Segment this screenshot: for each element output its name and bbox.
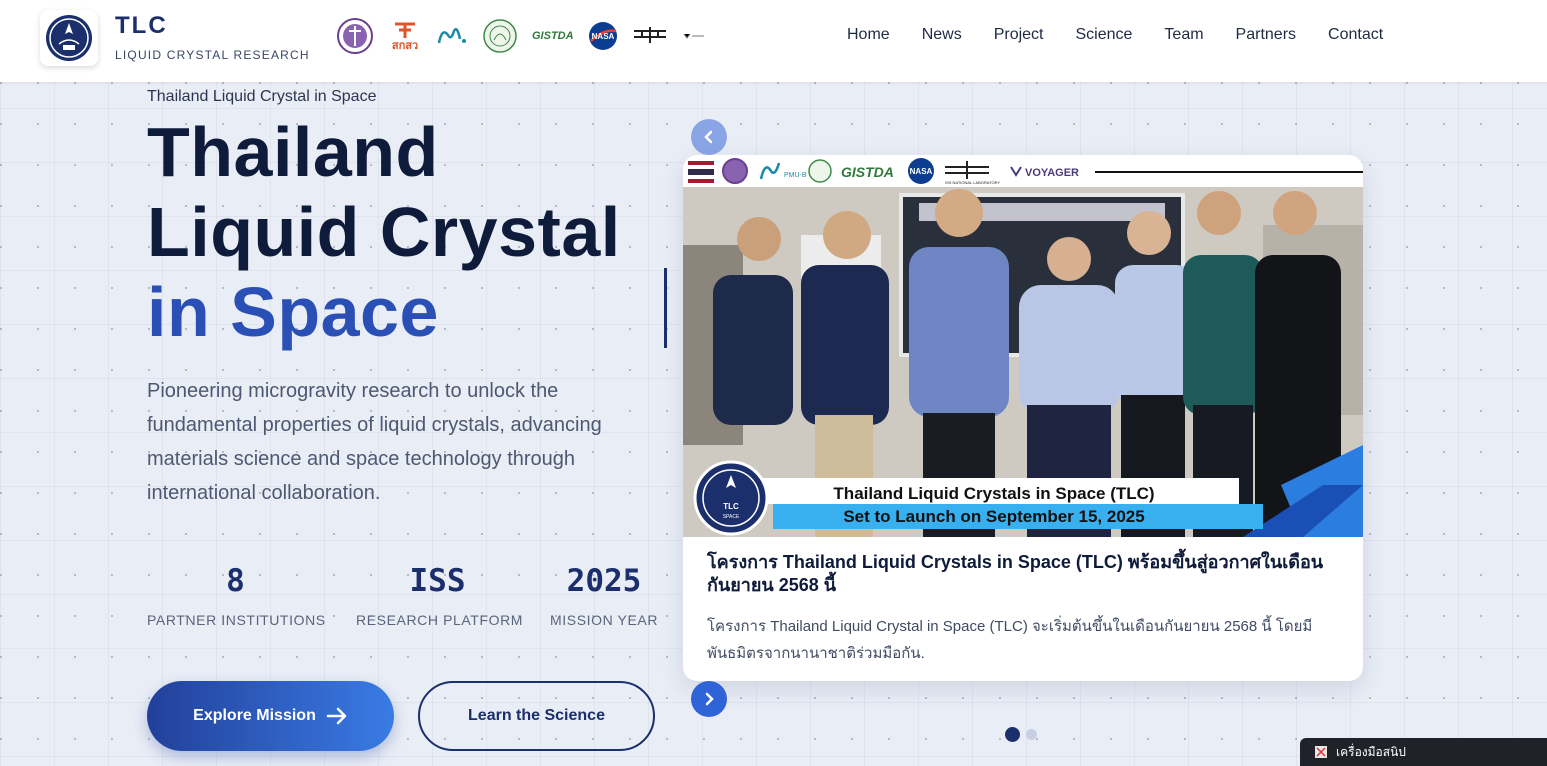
gistda-logo-text: GISTDA [532,30,574,42]
stat-value: ISS [409,563,466,599]
hero-eyebrow: Thailand Liquid Crystal in Space [147,88,377,105]
explore-mission-button[interactable]: Explore Mission [147,681,394,751]
image-logo-voyager-text: VOYAGER [1025,167,1079,179]
stat-partners: 8 PARTNER INSTITUTIONS [147,562,326,628]
nav-team[interactable]: Team [1164,26,1203,44]
carousel-dot-2[interactable] [1026,729,1037,740]
stat-label: PARTNER INSTITUTIONS [147,612,326,628]
brand-subtitle: LIQUID CRYSTAL RESEARCH [115,48,310,62]
mhesi-seal-logo[interactable] [336,17,374,55]
nav-science[interactable]: Science [1076,26,1133,44]
typing-cursor [664,268,667,348]
tsri-logo-text: สกสว [391,40,419,52]
scissors-icon [1315,746,1327,758]
carousel-dot-1[interactable] [1005,727,1020,742]
hero-title-line3a: in [147,273,231,351]
hero-title-line3b: Space [230,273,439,351]
partner-logos: สกสว GISTDA NASA [336,16,706,56]
image-caption-line2: Set to Launch on September 15, 2025 [843,507,1144,526]
tlc-emblem-icon [46,15,92,61]
voyager-logo[interactable] [682,31,706,41]
chevron-left-icon [704,130,713,144]
hero-title-line2: Liquid Crystal [147,193,621,271]
chevron-right-icon [705,692,714,706]
carousel-pagination [1005,727,1037,742]
nasa-logo-text: NASA [591,32,614,41]
carousel-prev-button[interactable] [691,119,727,155]
image-caption-line1: Thailand Liquid Crystals in Space (TLC) [833,484,1154,503]
nav-contact[interactable]: Contact [1328,26,1383,44]
tlc-logo[interactable] [40,10,98,66]
university-seal-logo[interactable] [482,18,518,54]
image-logo-nasa-text: NASA [910,167,933,176]
carousel-next-button[interactable] [691,681,727,717]
stat-value: 8 [226,563,245,599]
arrow-right-icon [326,707,347,725]
explore-mission-label: Explore Mission [193,707,316,724]
taskbar-label: เครื่องมือสนิป [1336,744,1406,759]
main-nav: Home News Project Science Team Partners … [847,26,1383,44]
news-card-title[interactable]: โครงการ Thailand Liquid Crystals in Spac… [707,551,1337,597]
news-card-description: โครงการ Thailand Liquid Crystal in Space… [707,618,1313,662]
pmu-b-logo[interactable] [436,25,468,47]
nav-home[interactable]: Home [847,26,890,44]
news-image: PMU-B GISTDA NASA ISS NATIONAL LABORATOR… [683,155,1363,537]
hero-description: Pioneering microgravity research to unlo… [147,380,602,504]
nasa-logo[interactable]: NASA [588,21,618,51]
stat-label: MISSION YEAR [550,612,659,628]
image-badge-sub: SPACE [723,514,740,520]
learn-science-button[interactable]: Learn the Science [418,681,655,751]
site-header: TLC LIQUID CRYSTAL RESEARCH สกสว GISTDA … [0,0,1547,82]
image-logo-iss-text: ISS NATIONAL LABORATORY [945,180,1000,185]
image-badge-text: TLC [723,502,739,511]
tsri-logo[interactable]: สกสว [388,20,422,52]
image-logo-pmu-text: PMU-B [784,172,807,179]
hero-title-line1: Thailand [147,113,439,191]
snipping-tool-taskbar[interactable]: เครื่องมือสนิป [1300,738,1547,766]
image-logo-gistda-text: GISTDA [841,164,894,180]
stat-label: RESEARCH PLATFORM [356,612,524,628]
nav-partners[interactable]: Partners [1236,26,1296,44]
stat-platform: ISS RESEARCH PLATFORM [356,562,524,628]
nav-news[interactable]: News [922,26,962,44]
iss-national-lab-logo[interactable] [632,25,668,47]
gistda-logo[interactable]: GISTDA [532,30,574,42]
hero-title: Thailand Liquid Crystal in Space [147,112,621,352]
stat-year: 2025 MISSION YEAR [550,562,658,628]
brand-title: TLC [115,12,168,39]
stat-value: 2025 [566,563,642,599]
news-card[interactable]: PMU-B GISTDA NASA ISS NATIONAL LABORATOR… [683,155,1363,681]
nav-project[interactable]: Project [994,26,1044,44]
